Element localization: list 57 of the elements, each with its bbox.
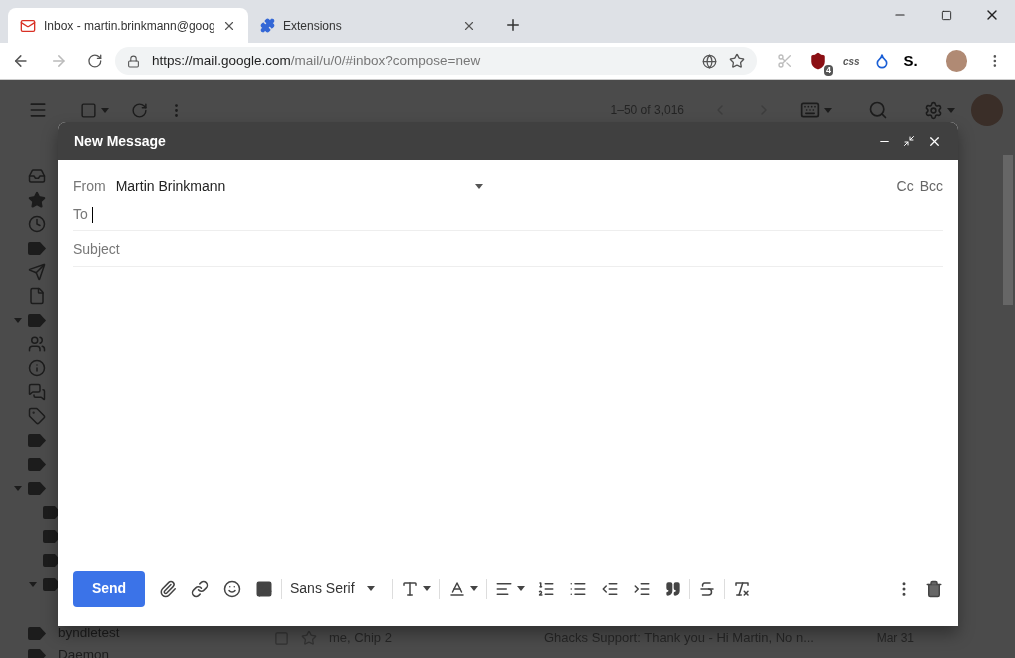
- link-icon[interactable]: [191, 579, 209, 598]
- url-text: https://mail.google.com/mail/u/0/#inbox?compose=new: [151, 51, 482, 70]
- browser-tab[interactable]: Extensions: [248, 8, 488, 43]
- brand-extension[interactable]: S.: [903, 49, 918, 73]
- caret-icon: [470, 586, 478, 591]
- expand-caret-icon: [29, 581, 37, 587]
- font-dropdown[interactable]: Sans Serif: [290, 578, 384, 599]
- caret-icon: [517, 586, 525, 591]
- extension-badge: 4: [823, 65, 833, 76]
- puzzle-icon: [260, 18, 275, 33]
- quote-icon[interactable]: [665, 580, 681, 597]
- text-color-icon[interactable]: [448, 579, 466, 598]
- label-icon[interactable]: [43, 529, 61, 543]
- star-icon[interactable]: [301, 630, 317, 646]
- bookmark-star-icon[interactable]: [728, 53, 745, 69]
- css-extension[interactable]: css: [842, 53, 860, 69]
- to-field[interactable]: To: [73, 204, 93, 225]
- checkbox-icon[interactable]: [80, 101, 97, 119]
- label-icon[interactable]: [43, 553, 61, 567]
- tab-title: Extensions: [283, 17, 343, 35]
- caret-icon: [101, 107, 109, 113]
- subject-field[interactable]: Subject: [73, 231, 943, 267]
- bcc-link[interactable]: Bcc: [919, 176, 943, 197]
- trash-icon[interactable]: [925, 579, 943, 598]
- remove-formatting-icon[interactable]: [733, 579, 751, 598]
- caret-icon: [423, 586, 431, 591]
- profile-avatar[interactable]: [945, 50, 968, 72]
- globe-icon[interactable]: [701, 53, 717, 69]
- reload-icon[interactable]: [87, 53, 103, 69]
- cc-link[interactable]: Cc: [896, 176, 914, 197]
- checkbox-icon[interactable]: [274, 630, 289, 646]
- from-value[interactable]: Martin Brinkmann: [115, 176, 226, 197]
- expand-caret-icon: [14, 485, 22, 491]
- lock-icon: [126, 54, 140, 68]
- mail-icon: [20, 17, 36, 34]
- browser-tab[interactable]: Inbox - martin.brinkmann@goog: [8, 8, 248, 43]
- caret-icon: [947, 107, 955, 113]
- label-icon[interactable]: [43, 505, 61, 519]
- address-bar[interactable]: https://mail.google.com/mail/u/0/#inbox?compose=new: [114, 47, 757, 75]
- emoji-icon[interactable]: [223, 579, 241, 598]
- from-label: From: [73, 177, 106, 196]
- tab-title: Inbox - martin.brinkmann@goog: [44, 17, 214, 35]
- compose-title: New Message: [74, 131, 166, 151]
- dropdown-caret-icon: [475, 184, 483, 189]
- expand-caret-icon: [14, 317, 22, 323]
- text-size-icon[interactable]: [401, 579, 419, 598]
- attach-icon[interactable]: [159, 579, 177, 598]
- numbered-list-icon[interactable]: [537, 579, 555, 598]
- send-button[interactable]: Send: [73, 570, 145, 607]
- new-tab-icon[interactable]: [504, 16, 522, 34]
- strikethrough-icon[interactable]: [698, 579, 716, 598]
- exit-fullscreen-icon[interactable]: [903, 135, 915, 147]
- back-icon[interactable]: [12, 52, 30, 70]
- label-icon[interactable]: [43, 577, 61, 591]
- maximize-icon[interactable]: [940, 9, 952, 21]
- caret-icon: [366, 586, 375, 591]
- caret-icon: [824, 107, 832, 113]
